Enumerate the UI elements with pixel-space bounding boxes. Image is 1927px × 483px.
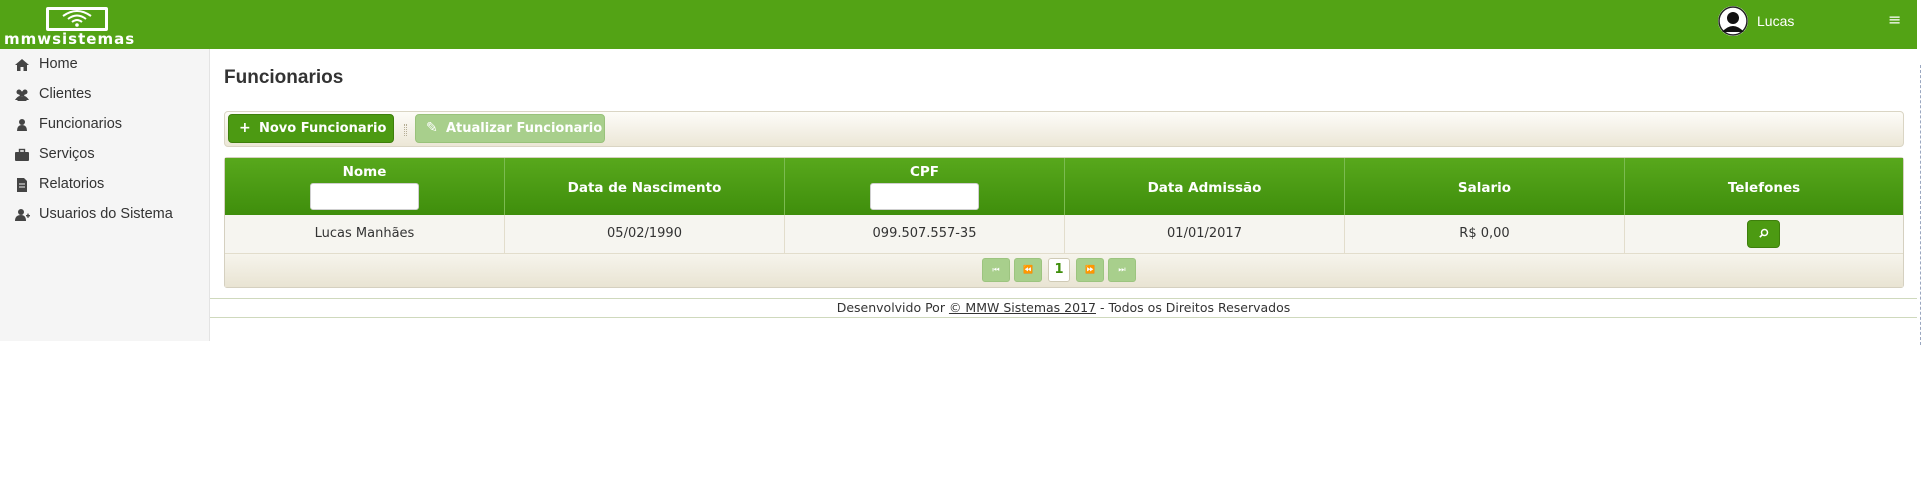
user-icon <box>17 119 27 131</box>
user-name: Lucas <box>1757 13 1795 29</box>
hamburger-menu-icon[interactable]: ≡ <box>1888 12 1901 28</box>
users-icon <box>15 89 29 101</box>
cell-cpf: 099.507.557-35 <box>785 215 1065 253</box>
cell-text: 05/02/1990 <box>607 226 682 241</box>
first-page-button[interactable]: ⏮ <box>982 258 1010 282</box>
top-bar: mmwsistemas Lucas ≡ <box>0 0 1917 49</box>
sidebar-item-home[interactable]: Home <box>0 50 209 80</box>
view-phones-button[interactable] <box>1747 220 1780 248</box>
edit-icon: ✎ <box>426 120 438 136</box>
column-header-admissao[interactable]: Data Admissão <box>1065 158 1345 215</box>
page-title: Funcionarios <box>224 67 344 88</box>
sidebar-item-usuarios[interactable]: Usuarios do Sistema <box>0 200 209 230</box>
sidebar-item-relatorios[interactable]: Relatorios <box>0 170 209 200</box>
sidebar-item-label: Usuarios do Sistema <box>39 206 173 222</box>
column-label: Data de Nascimento <box>567 180 722 196</box>
cell-telefones <box>1625 215 1903 253</box>
cell-admissao: 01/01/2017 <box>1065 215 1345 253</box>
next-page-button[interactable]: ⏩ <box>1076 258 1104 282</box>
employees-table: Nome Data de Nascimento CPF Data Admissã… <box>224 157 1904 288</box>
wifi-icon <box>62 10 92 27</box>
prev-page-button[interactable]: ⏪ <box>1014 258 1042 282</box>
brand-name: mmwsistemas <box>4 30 136 48</box>
column-header-salario[interactable]: Salario <box>1345 158 1625 215</box>
column-label: Data Admissão <box>1147 180 1262 196</box>
page-number-current[interactable]: 1 <box>1048 258 1070 282</box>
footer-link[interactable]: © MMW Sistemas 2017 <box>949 300 1096 315</box>
update-employee-button[interactable]: ✎ Atualizar Funcionario <box>415 114 605 143</box>
column-header-nascimento[interactable]: Data de Nascimento <box>505 158 785 215</box>
sidebar: Home Clientes Funcionarios Serviços Rela… <box>0 49 210 341</box>
paginator: ⏮ ⏪ 1 ⏩ ⏭ <box>225 254 1903 287</box>
new-employee-label: Novo Funcionario <box>259 121 387 136</box>
home-icon <box>15 59 29 71</box>
sidebar-item-label: Clientes <box>39 86 92 102</box>
sidebar-item-label: Relatorios <box>39 176 105 192</box>
cell-text: R$ 0,00 <box>1459 226 1510 241</box>
nome-filter-input[interactable] <box>310 183 419 210</box>
sidebar-item-servicos[interactable]: Serviços <box>0 140 209 170</box>
cell-text: 01/01/2017 <box>1167 226 1242 241</box>
column-label: CPF <box>909 164 940 180</box>
cell-nome: Lucas Manhães <box>225 215 505 253</box>
user-plus-icon <box>15 209 30 221</box>
new-employee-button[interactable]: + Novo Funcionario <box>228 114 394 143</box>
footer-suffix: - Todos os Direitos Reservados <box>1095 300 1291 315</box>
briefcase-icon <box>15 148 29 161</box>
search-icon <box>1759 228 1769 238</box>
toolbar: + Novo Funcionario ✎ Atualizar Funcionar… <box>224 111 1904 147</box>
cell-text: 099.507.557-35 <box>872 226 977 241</box>
toolbar-separator <box>404 124 407 136</box>
column-header-telefones[interactable]: Telefones <box>1625 158 1903 215</box>
file-icon <box>17 178 27 192</box>
cpf-filter-input[interactable] <box>870 183 979 210</box>
sidebar-item-funcionarios[interactable]: Funcionarios <box>0 110 209 140</box>
table-row[interactable]: Lucas Manhães 05/02/1990 099.507.557-35 … <box>225 215 1903 254</box>
cell-salario: R$ 0,00 <box>1345 215 1625 253</box>
brand-logo[interactable]: mmwsistemas <box>4 4 152 48</box>
user-avatar-icon <box>1718 6 1748 36</box>
column-label: Nome <box>342 164 387 180</box>
sidebar-item-label: Serviços <box>39 146 95 162</box>
page-footer: Desenvolvido Por © MMW Sistemas 2017 - T… <box>210 298 1917 318</box>
footer-prefix: Desenvolvido Por <box>836 300 949 315</box>
plus-icon: + <box>239 120 251 136</box>
column-header-cpf[interactable]: CPF <box>785 158 1065 215</box>
scrollbar-edge[interactable] <box>1920 65 1927 345</box>
column-label: Salario <box>1457 180 1512 196</box>
sidebar-item-label: Home <box>39 56 78 72</box>
table-header: Nome Data de Nascimento CPF Data Admissã… <box>225 158 1903 215</box>
sidebar-item-label: Funcionarios <box>39 116 123 132</box>
column-header-nome[interactable]: Nome <box>225 158 505 215</box>
sidebar-item-clientes[interactable]: Clientes <box>0 80 209 110</box>
cell-text: Lucas Manhães <box>314 226 415 241</box>
last-page-button[interactable]: ⏭ <box>1108 258 1136 282</box>
cell-nascimento: 05/02/1990 <box>505 215 785 253</box>
column-label: Telefones <box>1727 180 1801 196</box>
update-employee-label: Atualizar Funcionario <box>446 121 603 136</box>
